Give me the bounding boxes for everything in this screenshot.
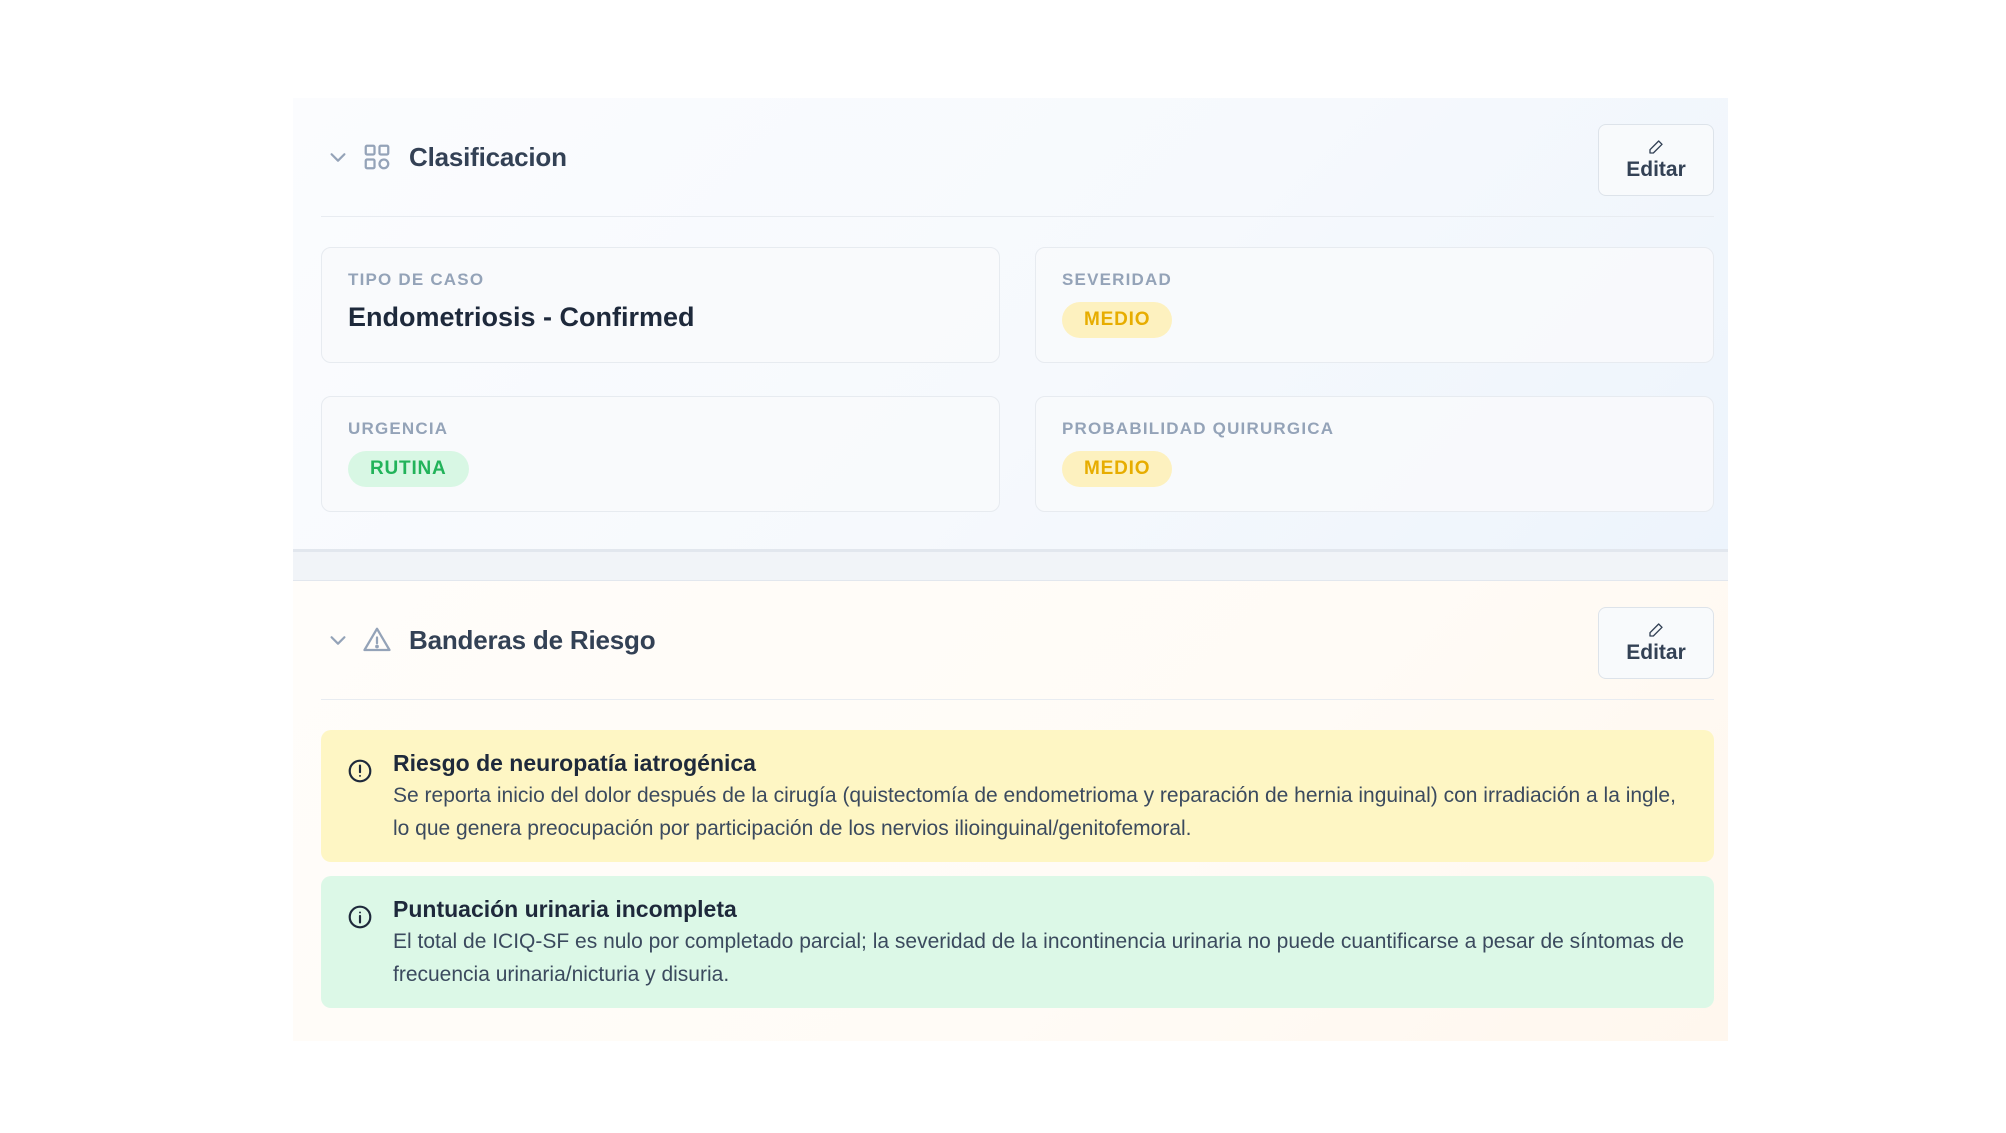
edit-risk-flags-button[interactable]: Editar	[1598, 607, 1714, 679]
classification-header: Clasificacion Editar	[321, 98, 1714, 217]
severity-card: SEVERIDAD MEDIO	[1035, 247, 1714, 363]
classification-section: Clasificacion Editar TIPO DE CASO Endome…	[293, 98, 1728, 549]
severity-badge: MEDIO	[1062, 302, 1173, 338]
section-title: Clasificacion	[409, 141, 567, 172]
section-title: Banderas de Riesgo	[409, 624, 656, 655]
urgency-card: URGENCIA RUTINA	[321, 396, 1000, 512]
edit-classification-button[interactable]: Editar	[1598, 124, 1714, 196]
surgical-probability-badge: MEDIO	[1062, 451, 1173, 487]
chevron-down-icon[interactable]	[325, 144, 351, 170]
grid-icon	[361, 141, 393, 173]
case-type-label: TIPO DE CASO	[348, 270, 485, 289]
urgency-label: URGENCIA	[348, 419, 449, 438]
severity-label: SEVERIDAD	[1062, 270, 1172, 289]
case-type-card: TIPO DE CASO Endometriosis - Confirmed	[321, 247, 1000, 363]
alert-title: Puntuación urinaria incompleta	[393, 896, 737, 922]
edit-button-label: Editar	[1626, 641, 1686, 664]
alert-title: Riesgo de neuropatía iatrogénica	[393, 750, 756, 776]
warning-triangle-icon	[361, 624, 393, 656]
pencil-icon	[1648, 138, 1664, 156]
alert-text: Se reporta inicio del dolor después de l…	[393, 784, 1676, 840]
risk-flags-section: Banderas de Riesgo Editar Riesgo de neur…	[293, 581, 1728, 1041]
chevron-down-icon[interactable]	[325, 627, 351, 653]
risk-alert-neuropathy: Riesgo de neuropatía iatrogénica Se repo…	[321, 730, 1714, 862]
risk-alerts-list: Riesgo de neuropatía iatrogénica Se repo…	[321, 730, 1714, 1008]
info-circle-icon	[347, 904, 373, 930]
risk-flags-header: Banderas de Riesgo Editar	[321, 581, 1714, 700]
case-type-value: Endometriosis - Confirmed	[348, 302, 695, 332]
pencil-icon	[1648, 621, 1664, 639]
surgical-probability-card: PROBABILIDAD QUIRURGICA MEDIO	[1035, 396, 1714, 512]
risk-alert-urinary-score: Puntuación urinaria incompleta El total …	[321, 876, 1714, 1008]
alert-text: El total de ICIQ-SF es nulo por completa…	[393, 930, 1685, 986]
classification-grid: TIPO DE CASO Endometriosis - Confirmed S…	[321, 247, 1714, 512]
section-divider	[293, 549, 1728, 581]
alert-circle-icon	[347, 758, 373, 784]
surgical-probability-label: PROBABILIDAD QUIRURGICA	[1062, 419, 1335, 438]
urgency-badge: RUTINA	[348, 451, 469, 487]
edit-button-label: Editar	[1626, 158, 1686, 181]
